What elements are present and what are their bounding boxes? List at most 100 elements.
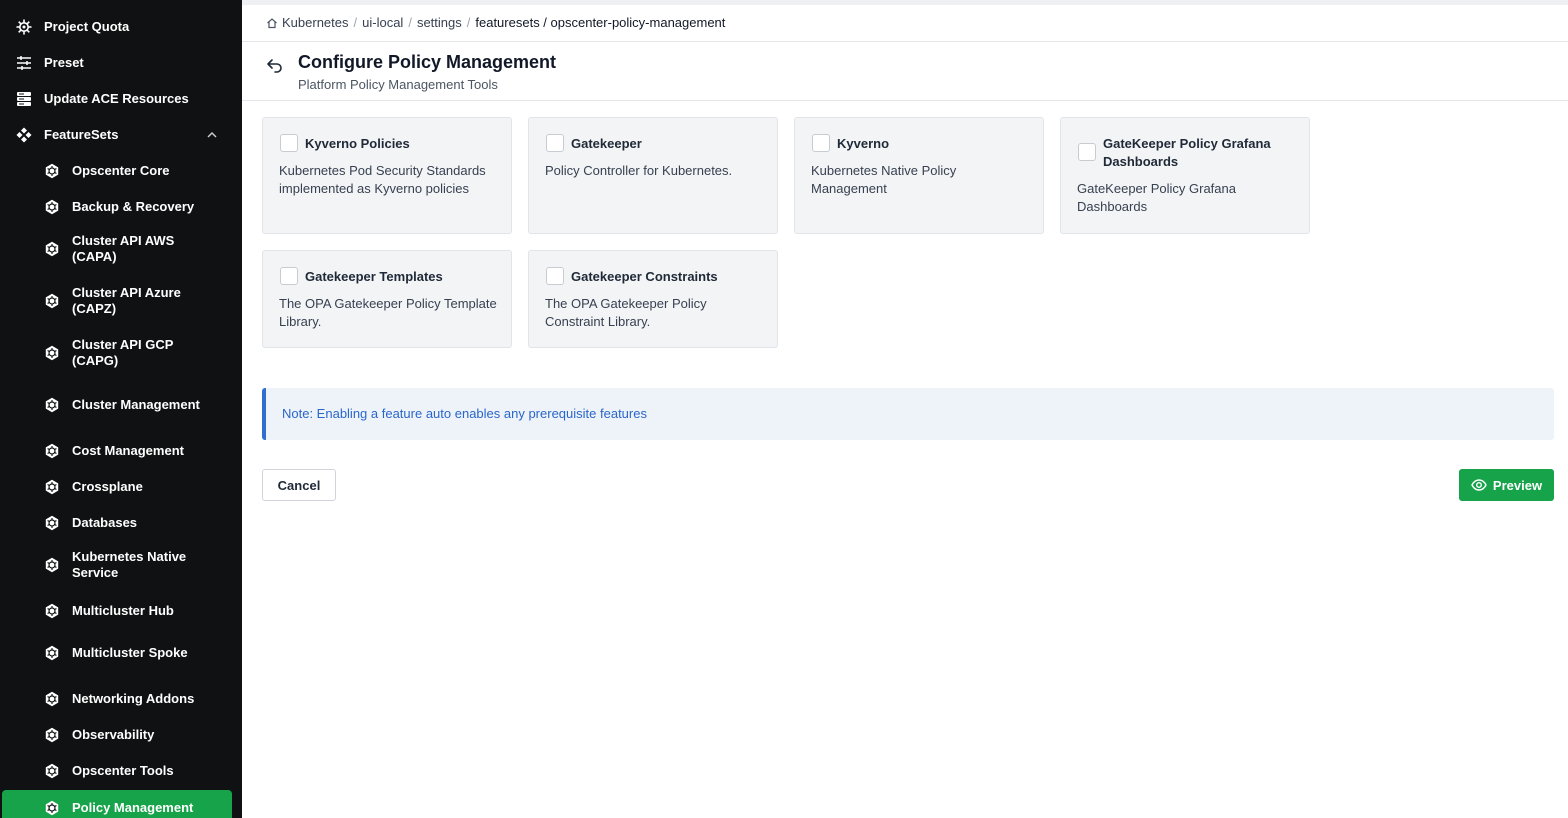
feature-checkbox[interactable]	[280, 134, 298, 152]
featuresets-icon	[16, 127, 32, 143]
feature-card-kyverno-policies[interactable]: Kyverno Policies Kubernetes Pod Security…	[262, 117, 512, 234]
sidebar-item-observability[interactable]: Observability	[2, 719, 232, 751]
feature-description: The OPA Gatekeeper Policy Constraint Lib…	[545, 296, 707, 329]
kubernetes-icon	[44, 763, 60, 779]
feature-checkbox[interactable]	[812, 134, 830, 152]
sidebar-item-label: Crossplane	[72, 479, 143, 494]
preview-button[interactable]: Preview	[1459, 469, 1554, 501]
sidebar-item-kubernetes-native-service[interactable]: Kubernetes Native Service	[2, 543, 232, 587]
sidebar-item-label: Preset	[44, 55, 84, 70]
feature-description: GateKeeper Policy Grafana Dashboards	[1077, 181, 1236, 214]
kubernetes-icon	[44, 241, 60, 257]
feature-title: GateKeeper Policy Grafana Dashboards	[1103, 136, 1271, 169]
cancel-button[interactable]: Cancel	[262, 469, 336, 501]
sidebar-item-label: FeatureSets	[44, 127, 119, 142]
sidebar-item-label: Cluster Management	[72, 397, 200, 412]
page-title: Configure Policy Management	[298, 52, 557, 72]
sidebar-item-label: Networking Addons	[72, 691, 195, 706]
back-arrow-icon	[267, 59, 282, 73]
feature-title: Gatekeeper	[571, 136, 642, 151]
home-icon[interactable]	[266, 17, 278, 29]
feature-description: The OPA Gatekeeper Policy Template Libra…	[279, 296, 497, 329]
kubernetes-icon	[44, 293, 60, 309]
kubernetes-icon	[44, 800, 60, 816]
sidebar-item-label: Project Quota	[44, 19, 130, 34]
breadcrumb-ui-local[interactable]: ui-local	[362, 15, 403, 30]
sidebar-item-multicluster-hub[interactable]: Multicluster Hub	[2, 595, 232, 627]
feature-title: Kyverno	[837, 136, 890, 151]
feature-card-kyverno[interactable]: Kyverno Kubernetes Native Policy Managem…	[794, 117, 1044, 234]
breadcrumb-separator: /	[353, 15, 358, 30]
kubernetes-icon	[44, 515, 60, 531]
kubernetes-icon	[44, 603, 60, 619]
feature-card-gatekeeper-constraints[interactable]: Gatekeeper Constraints The OPA Gatekeepe…	[528, 250, 778, 348]
sidebar-item-label: Policy Management	[72, 800, 194, 815]
preview-label: Preview	[1492, 477, 1543, 493]
sidebar-item-opscenter-tools[interactable]: Opscenter Tools	[2, 755, 232, 787]
info-note: Note: Enabling a feature auto enables an…	[262, 388, 1554, 440]
feature-checkbox[interactable]	[1078, 143, 1096, 161]
sidebar-item-project-quota[interactable]: Project Quota	[2, 11, 232, 43]
feature-checkbox[interactable]	[546, 134, 564, 152]
sliders-icon	[16, 55, 32, 71]
feature-card-gatekeeper-grafana-dashboards[interactable]: GateKeeper Policy Grafana Dashboards Gat…	[1060, 117, 1310, 234]
sidebar-item-multicluster-spoke[interactable]: Multicluster Spoke	[2, 631, 232, 675]
feature-checkbox[interactable]	[280, 267, 298, 285]
breadcrumb-settings[interactable]: settings	[417, 15, 462, 30]
breadcrumb: Kubernetes / ui-local / settings / featu…	[266, 15, 725, 30]
note-text: Note: Enabling a feature auto enables an…	[282, 406, 647, 421]
sidebar-item-cluster-api-azure-capz[interactable]: Cluster API Azure (CAPZ)	[2, 279, 232, 323]
feature-description: Policy Controller for Kubernetes.	[545, 163, 733, 178]
sidebar-item-label: Kubernetes Native Service	[72, 549, 187, 580]
sidebar-item-databases[interactable]: Databases	[2, 507, 232, 539]
sidebar-item-policy-management[interactable]: Policy Management	[2, 790, 232, 818]
sidebar-item-label: Cluster API Azure (CAPZ)	[72, 285, 181, 316]
feature-description: Kubernetes Native Policy Management	[811, 163, 957, 196]
sidebar-item-label: Multicluster Hub	[72, 603, 174, 618]
sidebar-item-backup-recovery[interactable]: Backup & Recovery	[2, 191, 232, 223]
back-button[interactable]	[264, 54, 286, 76]
sidebar-item-networking-addons[interactable]: Networking Addons	[2, 683, 232, 715]
kubernetes-icon	[44, 163, 60, 179]
top-strip	[242, 0, 1568, 5]
feature-title: Gatekeeper Constraints	[571, 269, 718, 284]
page-header: Configure Policy Management Platform Pol…	[242, 42, 1568, 101]
sidebar-item-label: Opscenter Core	[72, 163, 170, 178]
sidebar-item-crossplane[interactable]: Crossplane	[2, 471, 232, 503]
sidebar-item-cost-management[interactable]: Cost Management	[2, 435, 232, 467]
sidebar-item-label: Observability	[72, 727, 155, 742]
sidebar-item-label: Opscenter Tools	[72, 763, 174, 778]
sidebar-item-cluster-api-gcp-capg[interactable]: Cluster API GCP (CAPG)	[2, 331, 232, 375]
kubernetes-icon	[44, 691, 60, 707]
sidebar-item-cluster-management[interactable]: Cluster Management	[2, 383, 232, 427]
feature-title: Kyverno Policies	[305, 136, 410, 151]
sidebar-item-opscenter-core[interactable]: Opscenter Core	[2, 155, 232, 187]
feature-title: Gatekeeper Templates	[305, 269, 443, 284]
breadcrumb-separator: /	[408, 15, 412, 30]
chevron-up-icon[interactable]	[206, 129, 218, 141]
sidebar-item-featuresets[interactable]: FeatureSets	[2, 119, 232, 151]
breadcrumb-current: featuresets / opscenter-policy-managemen…	[475, 15, 726, 30]
sidebar-item-label: Cost Management	[72, 443, 184, 458]
feature-checkbox[interactable]	[546, 267, 564, 285]
server-stack-icon	[16, 91, 32, 107]
sidebar-item-preset[interactable]: Preset	[2, 47, 232, 79]
feature-card-gatekeeper[interactable]: Gatekeeper Policy Controller for Kuberne…	[528, 117, 778, 234]
feature-description: Kubernetes Pod Security Standards implem…	[279, 163, 486, 196]
kubernetes-icon	[44, 199, 60, 215]
sidebar-item-cluster-api-aws-capa[interactable]: Cluster API AWS (CAPA)	[2, 227, 232, 271]
kubernetes-icon	[44, 645, 60, 661]
kubernetes-icon	[44, 557, 60, 573]
sidebar-item-label: Databases	[72, 515, 138, 530]
sidebar-item-label: Update ACE Resources	[44, 91, 189, 106]
kubernetes-icon	[44, 443, 60, 459]
helm-wheel-icon	[16, 19, 32, 35]
feature-card-gatekeeper-templates[interactable]: Gatekeeper Templates The OPA Gatekeeper …	[262, 250, 512, 348]
sidebar-item-update-ace-resources[interactable]: Update ACE Resources	[2, 83, 232, 115]
sidebar-item-label: Cluster API GCP (CAPG)	[72, 337, 174, 368]
kubernetes-icon	[44, 345, 60, 361]
breadcrumb-separator: /	[466, 15, 471, 30]
breadcrumb-kubernetes[interactable]: Kubernetes	[282, 15, 349, 30]
kubernetes-icon	[44, 479, 60, 495]
sidebar-item-label: Multicluster Spoke	[72, 645, 188, 660]
